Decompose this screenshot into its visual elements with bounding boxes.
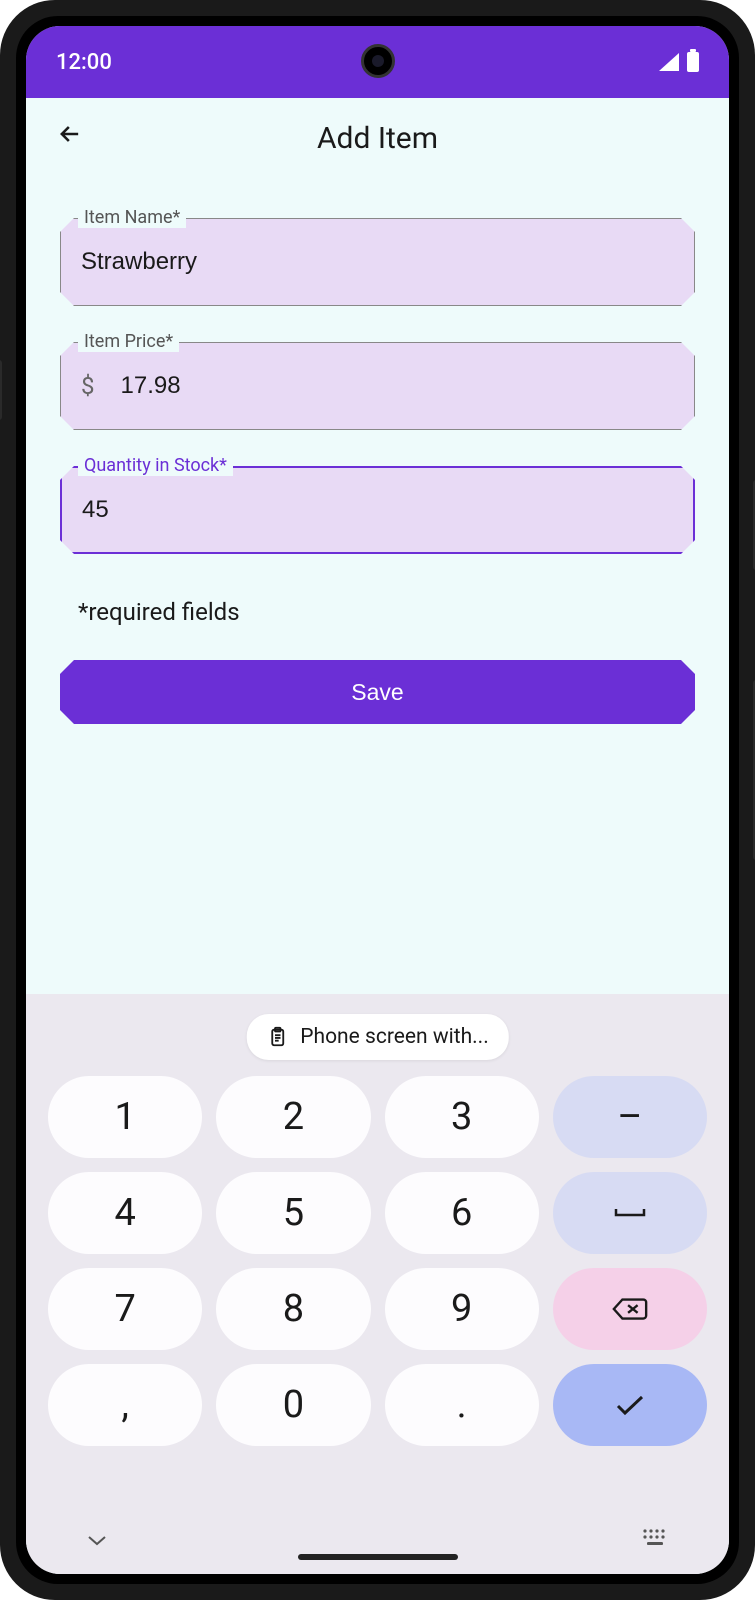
key-2[interactable]: 2 — [216, 1076, 370, 1158]
key-4[interactable]: 4 — [48, 1172, 202, 1254]
quantity-label: Quantity in Stock* — [78, 455, 233, 476]
status-time: 12:00 — [56, 50, 112, 75]
cell-signal-icon — [659, 53, 679, 71]
quantity-input[interactable] — [82, 496, 673, 524]
back-arrow-icon — [56, 120, 84, 156]
page-title: Add Item — [317, 121, 438, 156]
key-9[interactable]: 9 — [385, 1268, 539, 1350]
backspace-icon — [611, 1295, 649, 1323]
keyboard-switch-button[interactable] — [641, 1527, 669, 1551]
save-button[interactable]: Save — [60, 660, 695, 724]
key-8[interactable]: 8 — [216, 1268, 370, 1350]
item-price-field[interactable]: $ — [60, 342, 695, 430]
quantity-field[interactable] — [60, 466, 695, 554]
app-bar: Add Item — [26, 98, 729, 178]
numeric-keyboard: Phone screen with... 1 2 3 – 4 5 6 7 — [26, 994, 729, 1574]
keyboard-switch-icon — [641, 1527, 669, 1547]
item-name-label: Item Name* — [78, 207, 186, 228]
required-fields-note: *required fields — [60, 590, 695, 660]
item-price-label: Item Price* — [78, 331, 179, 352]
camera-notch — [361, 44, 395, 78]
item-name-input[interactable] — [81, 248, 674, 276]
clipboard-suggestion[interactable]: Phone screen with... — [246, 1014, 509, 1060]
check-icon — [614, 1393, 646, 1417]
add-item-form: Item Name* Item Price* $ Quantity in Sto… — [26, 178, 729, 724]
key-5[interactable]: 5 — [216, 1172, 370, 1254]
collapse-keyboard-button[interactable] — [86, 1525, 108, 1553]
key-0[interactable]: 0 — [216, 1364, 370, 1446]
item-name-field[interactable] — [60, 218, 695, 306]
clipboard-icon — [266, 1024, 288, 1050]
key-space[interactable] — [553, 1172, 707, 1254]
keyboard-bottom-bar — [26, 1504, 729, 1574]
key-dash[interactable]: – — [553, 1076, 707, 1158]
key-7[interactable]: 7 — [48, 1268, 202, 1350]
key-enter[interactable] — [553, 1364, 707, 1446]
key-3[interactable]: 3 — [385, 1076, 539, 1158]
currency-prefix: $ — [81, 372, 95, 400]
item-price-input[interactable] — [121, 372, 675, 400]
nav-home-indicator[interactable] — [298, 1554, 458, 1560]
key-comma[interactable]: , — [48, 1364, 202, 1446]
back-button[interactable] — [50, 118, 90, 158]
clipboard-text: Phone screen with... — [300, 1025, 489, 1049]
key-1[interactable]: 1 — [48, 1076, 202, 1158]
battery-icon — [687, 52, 699, 72]
key-dot[interactable]: . — [385, 1364, 539, 1446]
key-6[interactable]: 6 — [385, 1172, 539, 1254]
status-icons — [659, 52, 699, 72]
key-backspace[interactable] — [553, 1268, 707, 1350]
